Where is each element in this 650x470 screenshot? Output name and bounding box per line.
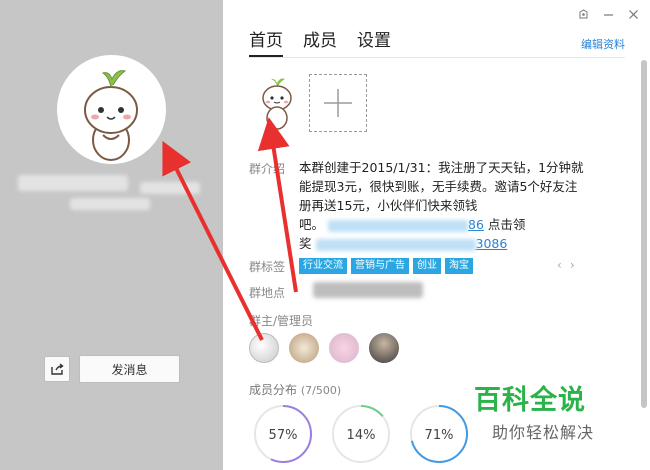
ring-value: 57% [269, 428, 298, 443]
sprout-mascot-icon [84, 70, 138, 161]
title-bar-controls [577, 8, 640, 21]
skin-icon[interactable] [577, 8, 590, 21]
intro-line-4-prefix: 吧。 [299, 217, 325, 232]
tag-list: 行业交流 营销与广告 创业 淘宝 [299, 258, 473, 274]
group-avatar-large[interactable] [57, 55, 166, 164]
avatar[interactable] [369, 333, 399, 363]
tag-item[interactable]: 创业 [413, 258, 441, 274]
profile-card-panel: 发消息 [0, 0, 223, 470]
share-button[interactable] [44, 356, 70, 382]
tag-item[interactable]: 淘宝 [445, 258, 473, 274]
intro-line-5: 奖 3086 [299, 234, 629, 253]
intro-line-4-action: 点击领 [487, 217, 526, 232]
intro-line-4: 吧。 86 点击领 [299, 215, 629, 234]
ring-value: 14% [347, 428, 376, 443]
scrollbar-thumb[interactable] [641, 60, 647, 408]
divider [249, 57, 625, 58]
send-message-button[interactable]: 发消息 [79, 355, 180, 383]
tab-settings[interactable]: 设置 [357, 26, 391, 57]
location-label: 群地点 [249, 286, 286, 300]
intro-text: 本群创建于2015/1/31：我注册了天天钻，1分钟就 能提现3元，很快到账，无… [299, 158, 629, 253]
blurred-location [313, 282, 423, 298]
close-icon[interactable] [627, 8, 640, 21]
tab-members[interactable]: 成员 [303, 26, 337, 57]
member-dist-title: 成员分布 [249, 383, 298, 397]
blurred-link [315, 238, 476, 251]
avatar[interactable] [249, 333, 279, 363]
ring-value: 71% [425, 428, 454, 443]
blurred-group-id [70, 198, 150, 210]
tag-item[interactable]: 行业交流 [299, 258, 347, 274]
edit-profile-link[interactable]: 编辑资料 [581, 36, 625, 52]
watermark-title: 百科全说 [474, 385, 586, 416]
member-dist-label: 成员分布 (7/500) [249, 381, 341, 398]
blurred-group-name [18, 175, 128, 191]
intro-label: 群介绍 [249, 162, 286, 176]
admins-label: 群主/管理员 [249, 314, 314, 328]
share-icon [51, 363, 64, 375]
add-avatar-button[interactable] [309, 74, 367, 132]
tags-label: 群标签 [249, 260, 286, 274]
plus-icon [324, 89, 352, 117]
group-avatar-small[interactable] [257, 76, 297, 132]
tag-nav: ‹ › [557, 258, 575, 272]
watermark: 百科全说 助你轻松解决 [474, 378, 614, 443]
admin-list [249, 333, 399, 363]
intro-line-5-prefix: 奖 [299, 236, 312, 251]
watermark-subtitle: 助你轻松解决 [492, 423, 595, 442]
tab-home[interactable]: 首页 [249, 26, 283, 57]
chevron-left-icon[interactable]: ‹ [557, 258, 562, 272]
chevron-right-icon[interactable]: › [570, 258, 575, 272]
intro-line-1: 本群创建于2015/1/31：我注册了天天钻，1分钟就 [299, 160, 584, 175]
intro-line-3: 册再送15元，小伙伴们快来领钱 [299, 198, 478, 213]
intro-line-2: 能提现3元，很快到账，无手续费。邀请5个好友注 [299, 179, 578, 194]
sprout-mascot-icon [262, 78, 292, 130]
avatar[interactable] [289, 333, 319, 363]
minimize-icon[interactable] [602, 8, 615, 21]
tab-bar: 首页 成员 设置 [249, 26, 391, 57]
blurred-link [328, 219, 468, 232]
intro-link-1[interactable]: 86 [468, 217, 484, 232]
intro-link-2[interactable]: 3086 [476, 236, 508, 251]
tag-item[interactable]: 营销与广告 [351, 258, 409, 274]
blurred-group-name-2 [140, 182, 200, 194]
avatar[interactable] [329, 333, 359, 363]
member-count: (7/500) [300, 384, 342, 397]
